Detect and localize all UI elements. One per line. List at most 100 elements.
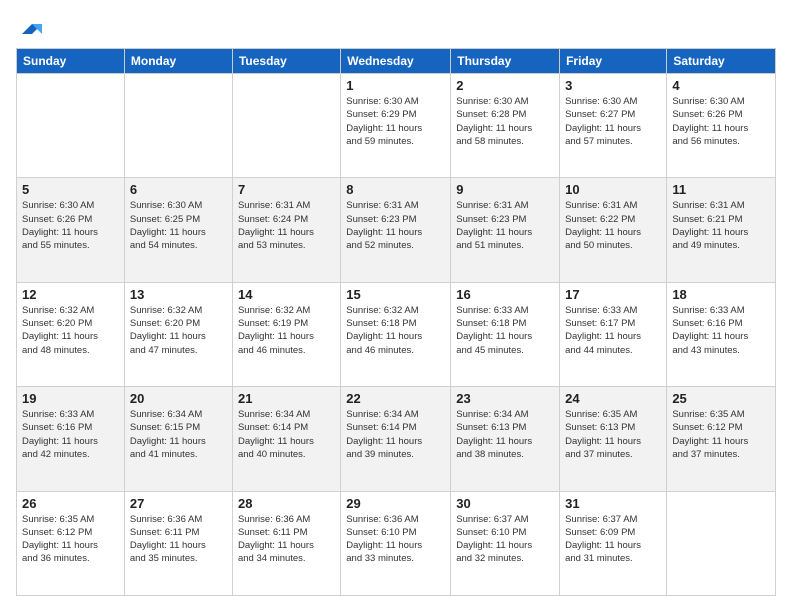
day-number: 29 [346,496,445,511]
logo-icon [18,16,42,40]
weekday-header-row: SundayMondayTuesdayWednesdayThursdayFrid… [17,49,776,74]
day-info: Sunrise: 6:31 AM Sunset: 6:24 PM Dayligh… [238,199,335,252]
calendar-cell: 12 Sunrise: 6:32 AM Sunset: 6:20 PM Dayli… [17,282,125,386]
day-number: 5 [22,182,119,197]
day-number: 17 [565,287,661,302]
calendar-cell: 21 Sunrise: 6:34 AM Sunset: 6:14 PM Dayli… [232,387,340,491]
page: SundayMondayTuesdayWednesdayThursdayFrid… [0,0,792,612]
day-info: Sunrise: 6:36 AM Sunset: 6:11 PM Dayligh… [130,513,227,566]
day-number: 7 [238,182,335,197]
day-info: Sunrise: 6:31 AM Sunset: 6:21 PM Dayligh… [672,199,770,252]
day-info: Sunrise: 6:34 AM Sunset: 6:13 PM Dayligh… [456,408,554,461]
day-info: Sunrise: 6:33 AM Sunset: 6:17 PM Dayligh… [565,304,661,357]
day-info: Sunrise: 6:37 AM Sunset: 6:10 PM Dayligh… [456,513,554,566]
calendar: SundayMondayTuesdayWednesdayThursdayFrid… [16,48,776,596]
day-number: 12 [22,287,119,302]
day-info: Sunrise: 6:30 AM Sunset: 6:28 PM Dayligh… [456,95,554,148]
day-info: Sunrise: 6:30 AM Sunset: 6:27 PM Dayligh… [565,95,661,148]
header [16,16,776,40]
day-number: 4 [672,78,770,93]
calendar-cell: 9Sunrise: 6:31 AM Sunset: 6:23 PM Daylig… [451,178,560,282]
calendar-cell: 1Sunrise: 6:30 AM Sunset: 6:29 PM Daylig… [341,74,451,178]
calendar-cell: 7 Sunrise: 6:31 AM Sunset: 6:24 PM Daylig… [232,178,340,282]
calendar-cell [124,74,232,178]
calendar-cell: 30 Sunrise: 6:37 AM Sunset: 6:10 PM Dayli… [451,491,560,595]
weekday-header: Tuesday [232,49,340,74]
calendar-cell: 23 Sunrise: 6:34 AM Sunset: 6:13 PM Dayli… [451,387,560,491]
day-number: 3 [565,78,661,93]
day-info: Sunrise: 6:33 AM Sunset: 6:16 PM Dayligh… [672,304,770,357]
calendar-cell: 24 Sunrise: 6:35 AM Sunset: 6:13 PM Dayli… [560,387,667,491]
calendar-cell: 25 Sunrise: 6:35 AM Sunset: 6:12 PM Dayli… [667,387,776,491]
day-number: 23 [456,391,554,406]
calendar-week-row: 26 Sunrise: 6:35 AM Sunset: 6:12 PM Dayli… [17,491,776,595]
day-info: Sunrise: 6:31 AM Sunset: 6:22 PM Dayligh… [565,199,661,252]
calendar-cell: 22 Sunrise: 6:34 AM Sunset: 6:14 PM Dayli… [341,387,451,491]
calendar-cell: 11 Sunrise: 6:31 AM Sunset: 6:21 PM Dayli… [667,178,776,282]
day-info: Sunrise: 6:30 AM Sunset: 6:29 PM Dayligh… [346,95,445,148]
calendar-cell: 20Sunrise: 6:34 AM Sunset: 6:15 PM Dayli… [124,387,232,491]
calendar-cell: 10 Sunrise: 6:31 AM Sunset: 6:22 PM Dayli… [560,178,667,282]
logo [16,16,42,40]
day-info: Sunrise: 6:35 AM Sunset: 6:12 PM Dayligh… [22,513,119,566]
weekday-header: Thursday [451,49,560,74]
calendar-cell: 2Sunrise: 6:30 AM Sunset: 6:28 PM Daylig… [451,74,560,178]
day-info: Sunrise: 6:30 AM Sunset: 6:26 PM Dayligh… [672,95,770,148]
day-info: Sunrise: 6:30 AM Sunset: 6:25 PM Dayligh… [130,199,227,252]
day-number: 25 [672,391,770,406]
day-info: Sunrise: 6:30 AM Sunset: 6:26 PM Dayligh… [22,199,119,252]
weekday-header: Saturday [667,49,776,74]
day-number: 24 [565,391,661,406]
day-number: 16 [456,287,554,302]
calendar-week-row: 5 Sunrise: 6:30 AM Sunset: 6:26 PM Daylig… [17,178,776,282]
calendar-cell: 27 Sunrise: 6:36 AM Sunset: 6:11 PM Dayli… [124,491,232,595]
day-info: Sunrise: 6:33 AM Sunset: 6:18 PM Dayligh… [456,304,554,357]
day-number: 6 [130,182,227,197]
day-number: 9 [456,182,554,197]
day-info: Sunrise: 6:35 AM Sunset: 6:12 PM Dayligh… [672,408,770,461]
day-info: Sunrise: 6:37 AM Sunset: 6:09 PM Dayligh… [565,513,661,566]
day-number: 30 [456,496,554,511]
day-number: 15 [346,287,445,302]
day-info: Sunrise: 6:31 AM Sunset: 6:23 PM Dayligh… [346,199,445,252]
calendar-cell: 3 Sunrise: 6:30 AM Sunset: 6:27 PM Daylig… [560,74,667,178]
day-info: Sunrise: 6:36 AM Sunset: 6:10 PM Dayligh… [346,513,445,566]
calendar-cell: 29 Sunrise: 6:36 AM Sunset: 6:10 PM Dayli… [341,491,451,595]
day-number: 13 [130,287,227,302]
day-number: 27 [130,496,227,511]
calendar-cell [232,74,340,178]
calendar-cell: 4 Sunrise: 6:30 AM Sunset: 6:26 PM Daylig… [667,74,776,178]
day-info: Sunrise: 6:36 AM Sunset: 6:11 PM Dayligh… [238,513,335,566]
day-info: Sunrise: 6:32 AM Sunset: 6:20 PM Dayligh… [130,304,227,357]
day-number: 22 [346,391,445,406]
day-info: Sunrise: 6:33 AM Sunset: 6:16 PM Dayligh… [22,408,119,461]
calendar-cell: 28 Sunrise: 6:36 AM Sunset: 6:11 PM Dayli… [232,491,340,595]
day-info: Sunrise: 6:34 AM Sunset: 6:15 PM Dayligh… [130,408,227,461]
day-number: 31 [565,496,661,511]
day-number: 8 [346,182,445,197]
day-number: 10 [565,182,661,197]
weekday-header: Monday [124,49,232,74]
calendar-week-row: 12 Sunrise: 6:32 AM Sunset: 6:20 PM Dayli… [17,282,776,386]
day-number: 11 [672,182,770,197]
day-info: Sunrise: 6:32 AM Sunset: 6:20 PM Dayligh… [22,304,119,357]
calendar-cell: 31 Sunrise: 6:37 AM Sunset: 6:09 PM Dayli… [560,491,667,595]
day-number: 18 [672,287,770,302]
day-info: Sunrise: 6:34 AM Sunset: 6:14 PM Dayligh… [238,408,335,461]
day-number: 26 [22,496,119,511]
weekday-header: Friday [560,49,667,74]
day-info: Sunrise: 6:35 AM Sunset: 6:13 PM Dayligh… [565,408,661,461]
calendar-week-row: 1Sunrise: 6:30 AM Sunset: 6:29 PM Daylig… [17,74,776,178]
calendar-cell: 14Sunrise: 6:32 AM Sunset: 6:19 PM Dayli… [232,282,340,386]
day-number: 14 [238,287,335,302]
calendar-cell: 26 Sunrise: 6:35 AM Sunset: 6:12 PM Dayli… [17,491,125,595]
calendar-cell: 8 Sunrise: 6:31 AM Sunset: 6:23 PM Daylig… [341,178,451,282]
weekday-header: Wednesday [341,49,451,74]
day-number: 28 [238,496,335,511]
day-number: 19 [22,391,119,406]
day-number: 21 [238,391,335,406]
weekday-header: Sunday [17,49,125,74]
calendar-cell: 19 Sunrise: 6:33 AM Sunset: 6:16 PM Dayli… [17,387,125,491]
calendar-cell: 18 Sunrise: 6:33 AM Sunset: 6:16 PM Dayli… [667,282,776,386]
day-info: Sunrise: 6:34 AM Sunset: 6:14 PM Dayligh… [346,408,445,461]
